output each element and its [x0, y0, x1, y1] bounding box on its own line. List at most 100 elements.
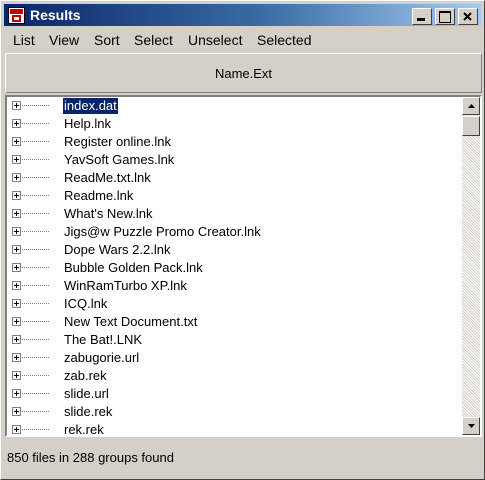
status-text: 850 files in 288 groups found — [7, 450, 174, 465]
close-button[interactable] — [458, 8, 478, 25]
expand-plus-icon[interactable] — [12, 227, 21, 236]
expand-plus-icon[interactable] — [12, 371, 21, 380]
file-row[interactable]: New Text Document.txt — [7, 313, 462, 331]
tree-connector-line — [22, 393, 50, 394]
menu-list[interactable]: List — [13, 32, 35, 48]
file-name: New Text Document.txt — [64, 314, 198, 329]
file-row[interactable]: Jigs@w Puzzle Promo Creator.lnk — [7, 223, 462, 241]
minimize-button[interactable] — [412, 8, 432, 25]
file-row[interactable]: What's New.lnk — [7, 205, 462, 223]
tree-connector-line — [22, 339, 50, 340]
file-row[interactable]: Register online.lnk — [7, 133, 462, 151]
file-row[interactable]: slide.url — [7, 385, 462, 403]
file-name: Dope Wars 2.2.lnk — [64, 242, 171, 257]
tree-connector-line — [22, 411, 50, 412]
tree-connector-line — [22, 429, 50, 430]
scroll-up-arrow-icon — [468, 104, 475, 108]
file-row[interactable]: Bubble Golden Pack.lnk — [7, 259, 462, 277]
file-row[interactable]: ReadMe.txt.lnk — [7, 169, 462, 187]
file-row[interactable]: YavSoft Games.lnk — [7, 151, 462, 169]
menu-bar: List View Sort Select Unselect Selected — [4, 29, 481, 51]
tree-connector-line — [22, 177, 50, 178]
file-row[interactable]: slide.rek — [7, 403, 462, 421]
scroll-up-button[interactable] — [462, 97, 480, 115]
file-row[interactable]: WinRamTurbo XP.lnk — [7, 277, 462, 295]
file-name: Jigs@w Puzzle Promo Creator.lnk — [64, 224, 261, 239]
file-name: ICQ.lnk — [64, 296, 108, 311]
file-row[interactable]: Dope Wars 2.2.lnk — [7, 241, 462, 259]
title-bar[interactable]: Results — [4, 4, 481, 26]
results-window: Results List View Sort Select Unselect S… — [0, 0, 485, 480]
tree-connector-line — [22, 285, 50, 286]
file-name: slide.url — [64, 386, 109, 401]
expand-plus-icon[interactable] — [12, 173, 21, 182]
file-row[interactable]: ICQ.lnk — [7, 295, 462, 313]
menu-sort[interactable]: Sort — [94, 32, 120, 48]
tree-connector-line — [22, 195, 50, 196]
file-name: zab.rek — [64, 368, 107, 383]
expand-plus-icon[interactable] — [12, 137, 21, 146]
tree-connector-line — [22, 267, 50, 268]
tree-connector-line — [22, 321, 50, 322]
file-rows: index.dat Help.lnk Register online.lnk YavS… — [7, 97, 462, 435]
scroll-thumb[interactable] — [462, 116, 480, 136]
menu-selected[interactable]: Selected — [257, 32, 311, 48]
file-name: Bubble Golden Pack.lnk — [64, 260, 203, 275]
file-name: Register online.lnk — [64, 134, 171, 149]
expand-plus-icon[interactable] — [12, 263, 21, 272]
file-row[interactable]: index.dat — [7, 97, 462, 115]
expand-plus-icon[interactable] — [12, 425, 21, 434]
file-row[interactable]: Help.lnk — [7, 115, 462, 133]
vertical-scrollbar[interactable] — [462, 97, 480, 435]
file-tree-list[interactable]: index.dat Help.lnk Register online.lnk YavS… — [5, 95, 482, 437]
file-name: index.dat — [62, 97, 119, 115]
expand-plus-icon[interactable] — [12, 245, 21, 254]
status-bar: 850 files in 288 groups found — [5, 439, 482, 477]
column-header-name-ext[interactable]: Name.Ext — [5, 53, 482, 93]
file-name: YavSoft Games.lnk — [64, 152, 175, 167]
tree-connector-line — [22, 357, 50, 358]
expand-plus-icon[interactable] — [12, 335, 21, 344]
file-name: zabugorie.url — [64, 350, 140, 365]
file-row[interactable]: rek.rek — [7, 421, 462, 435]
tree-connector-line — [22, 375, 50, 376]
column-header-label: Name.Ext — [214, 66, 273, 81]
expand-plus-icon[interactable] — [12, 389, 21, 398]
menu-unselect[interactable]: Unselect — [188, 32, 242, 48]
menu-select[interactable]: Select — [134, 32, 173, 48]
file-row[interactable]: Readme.lnk — [7, 187, 462, 205]
menu-view[interactable]: View — [49, 32, 79, 48]
app-icon[interactable] — [8, 7, 25, 24]
file-row[interactable]: zab.rek — [7, 367, 462, 385]
file-name: What's New.lnk — [64, 206, 153, 221]
file-name: slide.rek — [64, 404, 113, 419]
tree-connector-line — [22, 123, 50, 124]
tree-connector-line — [22, 213, 50, 214]
file-name: ReadMe.txt.lnk — [64, 170, 151, 185]
tree-connector-line — [22, 159, 50, 160]
file-name: Help.lnk — [64, 116, 111, 131]
expand-plus-icon[interactable] — [12, 101, 21, 110]
tree-connector-line — [22, 303, 50, 304]
expand-plus-icon[interactable] — [12, 191, 21, 200]
expand-plus-icon[interactable] — [12, 299, 21, 308]
file-name: The Bat!.LNK — [64, 332, 143, 347]
file-row[interactable]: zabugorie.url — [7, 349, 462, 367]
scroll-down-button[interactable] — [462, 417, 480, 435]
scroll-down-arrow-icon — [468, 424, 475, 428]
expand-plus-icon[interactable] — [12, 281, 21, 290]
expand-plus-icon[interactable] — [12, 209, 21, 218]
close-icon — [463, 12, 472, 21]
file-name: Readme.lnk — [64, 188, 134, 203]
expand-plus-icon[interactable] — [12, 155, 21, 164]
tree-connector-line — [22, 141, 50, 142]
file-row[interactable]: The Bat!.LNK — [7, 331, 462, 349]
tree-connector-line — [22, 231, 50, 232]
expand-plus-icon[interactable] — [12, 353, 21, 362]
file-name: WinRamTurbo XP.lnk — [64, 278, 187, 293]
expand-plus-icon[interactable] — [12, 119, 21, 128]
tree-connector-line — [22, 249, 50, 250]
expand-plus-icon[interactable] — [12, 317, 21, 326]
maximize-button[interactable] — [435, 8, 455, 25]
expand-plus-icon[interactable] — [12, 407, 21, 416]
